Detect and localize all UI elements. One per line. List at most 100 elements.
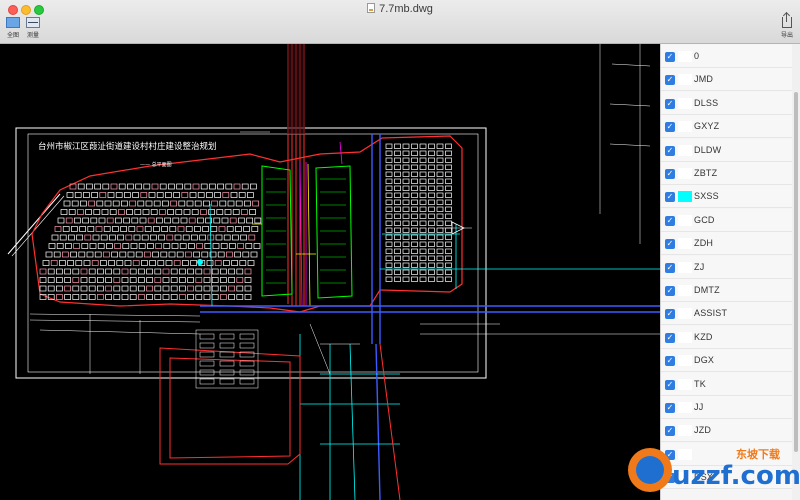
drawing-canvas[interactable]: 台州市椒江区葭沚街道建设村村庄建设整治规划 —— 总平面图 (0, 44, 660, 500)
house-block (103, 251, 110, 258)
legend-cell (219, 378, 235, 385)
full-view-icon (6, 17, 20, 28)
house-block (142, 209, 150, 215)
layer-visibility-checkbox[interactable]: ✓ (665, 239, 675, 250)
house-block (132, 192, 139, 198)
legend-cell (239, 333, 255, 340)
layer-color-swatch (678, 238, 692, 250)
house-block (170, 200, 177, 207)
house-block (171, 243, 179, 249)
layer-visibility-checkbox[interactable]: ✓ (665, 122, 675, 133)
layer-row[interactable]: ✓ ZBTZ (661, 162, 800, 185)
house-block (125, 234, 133, 241)
layer-row[interactable]: ✓ KZD (661, 325, 800, 349)
house-block (394, 213, 401, 219)
house-block (115, 192, 123, 198)
house-block (419, 185, 427, 191)
layer-row[interactable]: ✓ ZJ (661, 255, 800, 279)
house-block (97, 285, 104, 292)
house-block (187, 285, 194, 292)
house-block (252, 200, 259, 207)
house-block (428, 213, 435, 219)
layer-row[interactable]: ✓ JZD (661, 419, 800, 443)
house-block (428, 185, 435, 191)
layer-visibility-checkbox[interactable]: ✓ (665, 309, 675, 320)
layer-visibility-checkbox[interactable]: ✓ (665, 192, 675, 203)
house-block (428, 248, 435, 254)
house-block (445, 199, 452, 205)
house-block (64, 268, 71, 275)
house-block (428, 206, 435, 212)
layer-row[interactable]: ✓ DGX (661, 349, 800, 373)
house-block (80, 285, 88, 292)
layer-row[interactable]: ✓ GCD (661, 208, 800, 232)
house-block (235, 200, 243, 207)
house-block (72, 277, 80, 283)
house-block (83, 192, 90, 198)
legend-cell (239, 369, 255, 376)
house-block (250, 251, 258, 258)
layer-row[interactable]: ✓ DLSS (661, 91, 800, 115)
scrollbar-thumb[interactable] (794, 92, 798, 452)
layer-visibility-checkbox[interactable]: ✓ (665, 332, 675, 343)
house-block (68, 209, 76, 215)
layer-list-scrollbar[interactable] (792, 44, 800, 500)
layer-visibility-checkbox[interactable]: ✓ (665, 286, 675, 296)
house-block (97, 243, 105, 249)
layer-row[interactable]: ✓ JMD (661, 68, 800, 92)
layer-row[interactable]: ✓ GXYZ (661, 115, 800, 139)
layer-visibility-checkbox[interactable]: ✓ (665, 52, 675, 62)
layer-row[interactable]: ✓ ASSIST (661, 302, 800, 326)
layer-row[interactable]: ✓ TK (661, 372, 800, 396)
layer-visibility-checkbox[interactable]: ✓ (665, 98, 675, 109)
layer-visibility-checkbox[interactable]: ✓ (665, 145, 675, 156)
measure-button[interactable]: 测量 (21, 17, 45, 39)
house-block (428, 269, 435, 275)
house-block (445, 150, 452, 156)
layer-name: JJ (694, 402, 704, 412)
house-block (244, 285, 252, 292)
house-block (428, 164, 435, 170)
layer-row[interactable]: ✓ ZDH (661, 232, 800, 256)
house-block (428, 234, 435, 240)
layer-list-panel: ✓ 0 ✓ JMD ✓ DLSS ✓ GXYZ ✓ DLDW ✓ ZBTZ ✓ SXSS ✓ GCD ✓ ZDH ✓… (660, 44, 800, 500)
layer-visibility-checkbox[interactable]: ✓ (665, 356, 675, 367)
layer-name: JZD (694, 425, 712, 436)
house-block (62, 251, 69, 258)
house-block (246, 217, 253, 224)
house-block (241, 183, 249, 190)
layer-visibility-checkbox[interactable]: ✓ (665, 426, 675, 437)
layer-visibility-checkbox[interactable]: ✓ (665, 379, 675, 390)
house-block (185, 251, 192, 258)
layer-row[interactable]: ✓ DMTZ (661, 279, 800, 302)
layer-row[interactable]: ✓ JJ (661, 396, 800, 419)
house-block (129, 277, 137, 283)
house-block (436, 178, 444, 184)
layer-visibility-checkbox[interactable]: ✓ (665, 75, 675, 86)
house-block (394, 276, 401, 282)
house-block (120, 226, 127, 232)
layer-row[interactable]: ✓ 0 (661, 45, 800, 68)
house-block (94, 183, 101, 190)
layer-row[interactable]: ✓ SXSS (661, 185, 800, 209)
house-block (194, 200, 202, 207)
house-block (134, 209, 142, 215)
blue-road (200, 134, 660, 500)
export-button[interactable]: 导出 (775, 13, 799, 39)
house-block (428, 157, 435, 163)
legend-cell (239, 360, 255, 367)
house-block (127, 251, 135, 258)
house-block (113, 294, 121, 300)
legend-cell (239, 378, 255, 385)
layer-visibility-checkbox[interactable]: ✓ (665, 403, 675, 413)
legend-cell (219, 369, 235, 376)
house-block (208, 209, 215, 215)
house-block (98, 217, 106, 224)
layer-row[interactable]: ✓ DLDW (661, 138, 800, 162)
layer-visibility-checkbox[interactable]: ✓ (665, 262, 675, 273)
layer-visibility-checkbox[interactable]: ✓ (665, 215, 675, 226)
diagonal-ruler-2 (11, 195, 65, 257)
legend-cell (199, 369, 215, 376)
house-block (112, 226, 119, 232)
layer-visibility-checkbox[interactable]: ✓ (665, 169, 675, 179)
